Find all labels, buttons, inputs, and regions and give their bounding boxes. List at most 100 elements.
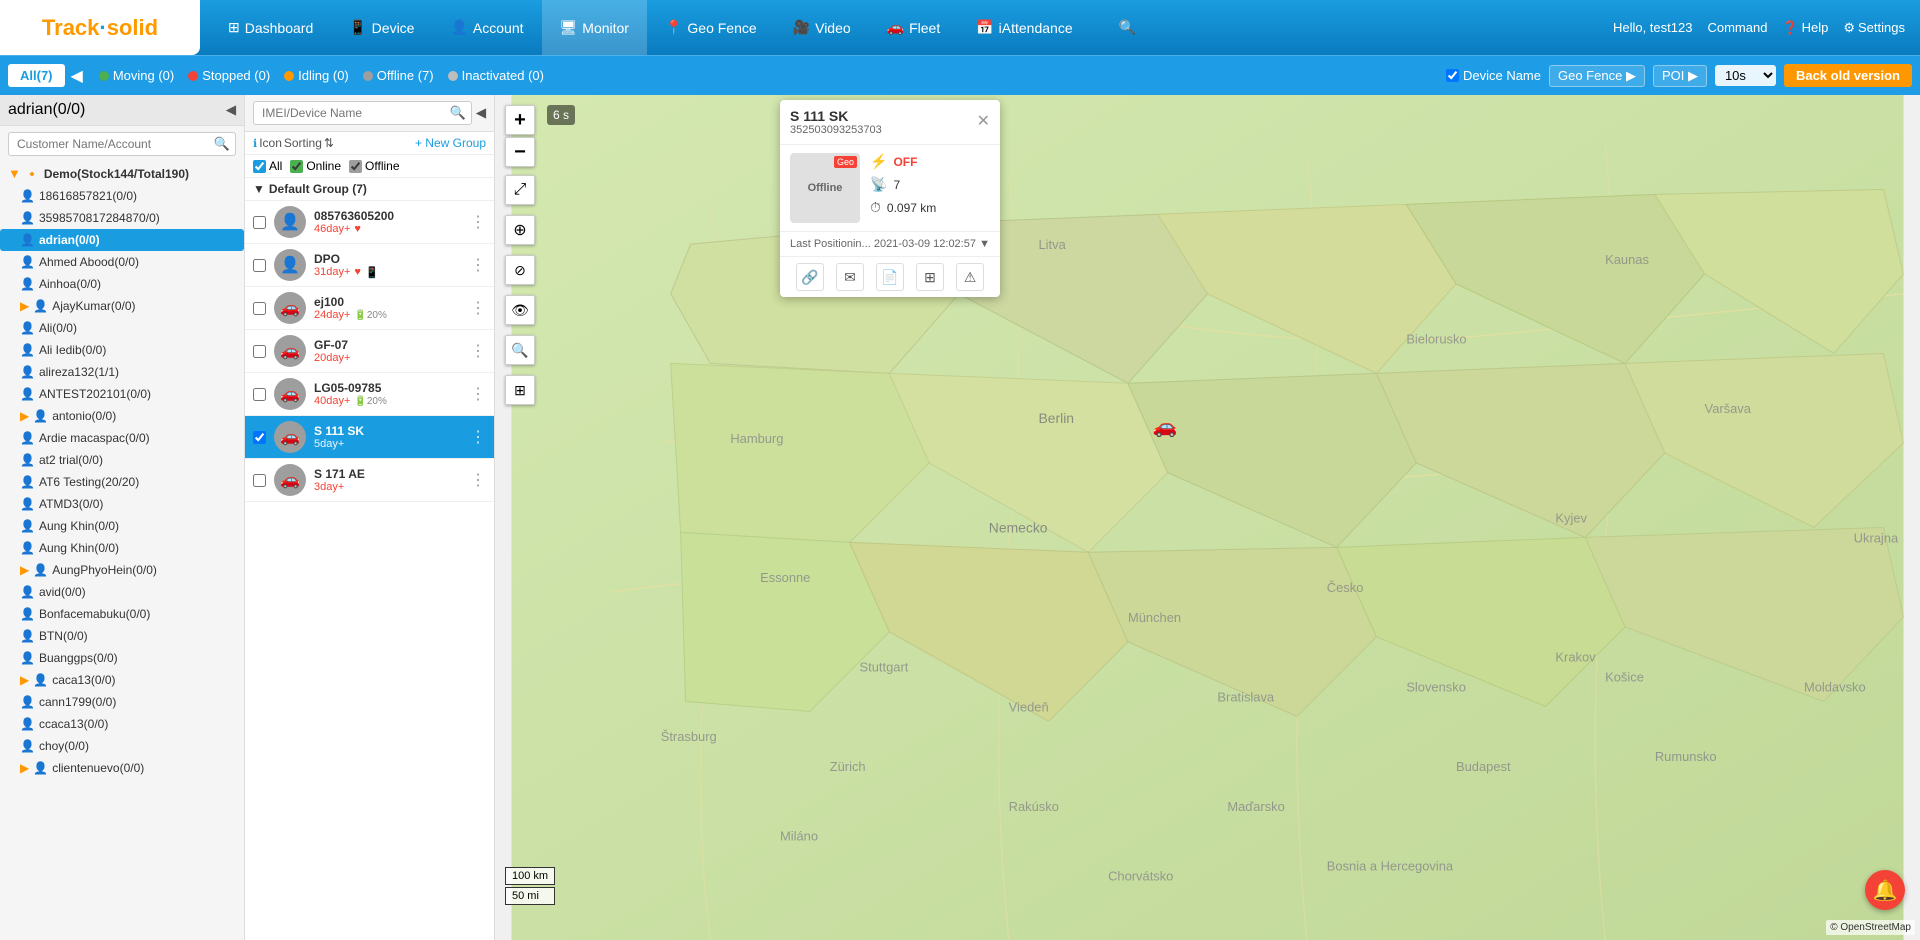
sidebar-collapse-btn[interactable]: ◀ <box>226 102 236 118</box>
filter-all-label[interactable]: All <box>253 159 282 173</box>
device-row-7[interactable]: 🚗 S 171 AE 3day+ ⋮ <box>245 459 494 502</box>
nav-fleet[interactable]: 🚗 Fleet <box>869 0 959 55</box>
collapse-sidebar-btn[interactable]: ◀ <box>71 66 83 86</box>
tree-ali-iedib[interactable]: 👤 Ali Iedib(0/0) <box>0 339 244 361</box>
device-row-1[interactable]: 👤 085763605200 46day+ ♥ ⋮ <box>245 201 494 244</box>
popup-position[interactable]: Last Positionin... 2021-03-09 12:02:57 ▼ <box>780 231 1000 256</box>
filter-inactivated[interactable]: Inactivated (0) <box>448 68 544 83</box>
tree-ccaca13[interactable]: 👤 ccaca13(0/0) <box>0 713 244 735</box>
device-name-checkbox[interactable] <box>1446 69 1459 82</box>
tree-demo-group[interactable]: ▼ 🔸 Demo(Stock144/Total190) <box>0 162 244 185</box>
tree-avid[interactable]: 👤 avid(0/0) <box>0 581 244 603</box>
device-row-5[interactable]: 🚗 LG05-09785 40day+ 🔋20% ⋮ <box>245 373 494 416</box>
nav-search-btn[interactable]: 🔍 <box>1101 0 1154 55</box>
nav-help[interactable]: ❓ Help <box>1782 20 1828 36</box>
device-checkbox-5[interactable] <box>253 388 266 401</box>
nav-iattendance[interactable]: 📅 iAttendance <box>958 0 1090 55</box>
bell-button[interactable]: 🔔 <box>1865 870 1905 910</box>
device-more-6[interactable]: ⋮ <box>470 427 486 447</box>
device-checkbox-7[interactable] <box>253 474 266 487</box>
filter-online-label[interactable]: Online <box>290 159 341 173</box>
device-panel-collapse-btn[interactable]: ◀ <box>476 105 486 121</box>
interval-select[interactable]: 10s 5s 30s 1min <box>1715 65 1776 86</box>
device-checkbox-1[interactable] <box>253 216 266 229</box>
tree-btn[interactable]: 👤 BTN(0/0) <box>0 625 244 647</box>
tree-user-2[interactable]: 👤 3598570817284870/0) <box>0 207 244 229</box>
tree-user-1[interactable]: 👤 18616857821(0/0) <box>0 185 244 207</box>
device-more-3[interactable]: ⋮ <box>470 298 486 318</box>
device-checkbox-3[interactable] <box>253 302 266 315</box>
action-link-btn[interactable]: 🔗 <box>796 263 824 291</box>
action-grid-btn[interactable]: ⊞ <box>916 263 944 291</box>
filter-stopped[interactable]: Stopped (0) <box>188 68 270 83</box>
tree-ainhoa[interactable]: 👤 Ainhoa(0/0) <box>0 273 244 295</box>
tree-aung-khin1[interactable]: 👤 Aung Khin(0/0) <box>0 515 244 537</box>
tree-clientenuevo[interactable]: ▶ 👤 clientenuevo(0/0) <box>0 757 244 779</box>
device-name-check[interactable]: Device Name <box>1446 68 1541 83</box>
filter-moving[interactable]: Moving (0) <box>99 68 174 83</box>
tree-ajay[interactable]: ▶ 👤 AjayKumar(0/0) <box>0 295 244 317</box>
tree-caca13[interactable]: ▶ 👤 caca13(0/0) <box>0 669 244 691</box>
filter-offline-checkbox[interactable] <box>349 160 362 173</box>
device-row-2[interactable]: 👤 DPO 31day+ ♥ 📱 ⋮ <box>245 244 494 287</box>
all-tab-btn[interactable]: All(7) <box>8 64 65 87</box>
popup-close-btn[interactable]: ✕ <box>977 114 990 130</box>
new-group-btn[interactable]: + New Group <box>415 136 486 150</box>
tree-ardie[interactable]: 👤 Ardie macaspac(0/0) <box>0 427 244 449</box>
nav-geo-fence[interactable]: 📍 Geo Fence <box>647 0 775 55</box>
tree-atmd3[interactable]: 👤 ATMD3(0/0) <box>0 493 244 515</box>
zoom-out-btn[interactable]: − <box>505 137 535 167</box>
tree-cann1799[interactable]: 👤 cann1799(0/0) <box>0 691 244 713</box>
device-search-input[interactable] <box>253 101 472 125</box>
popup-expand-btn[interactable]: ▼ <box>979 238 990 250</box>
device-more-5[interactable]: ⋮ <box>470 384 486 404</box>
nav-command[interactable]: Command <box>1707 20 1767 35</box>
tree-buanggps[interactable]: 👤 Buanggps(0/0) <box>0 647 244 669</box>
device-checkbox-4[interactable] <box>253 345 266 358</box>
tree-at6[interactable]: 👤 AT6 Testing(20/20) <box>0 471 244 493</box>
filter-offline-label[interactable]: Offline <box>349 159 399 173</box>
action-email-btn[interactable]: ✉ <box>836 263 864 291</box>
poi-btn[interactable]: POI ▶ <box>1653 65 1707 87</box>
device-more-7[interactable]: ⋮ <box>470 470 486 490</box>
nav-settings[interactable]: ⚙ Settings <box>1843 20 1905 36</box>
tree-antonio[interactable]: ▶ 👤 antonio(0/0) <box>0 405 244 427</box>
tree-alireza[interactable]: 👤 alireza132(1/1) <box>0 361 244 383</box>
tree-user-adrian[interactable]: 👤 adrian(0/0) <box>0 229 244 251</box>
device-row-6[interactable]: 🚗 S 111 SK 5day+ ⋮ <box>245 416 494 459</box>
tree-choy[interactable]: 👤 choy(0/0) <box>0 735 244 757</box>
action-doc-btn[interactable]: 📄 <box>876 263 904 291</box>
nav-video[interactable]: 🎥 Video <box>775 0 869 55</box>
tree-aung-khin2[interactable]: 👤 Aung Khin(0/0) <box>0 537 244 559</box>
back-old-version-btn[interactable]: Back old version <box>1784 64 1912 87</box>
layers-btn[interactable]: ⊕ <box>505 215 535 245</box>
device-row-3[interactable]: 🚗 ej100 24day+ 🔋20% ⋮ <box>245 287 494 330</box>
device-row-4[interactable]: 🚗 GF-07 20day+ ⋮ <box>245 330 494 373</box>
device-checkbox-6[interactable] <box>253 431 266 444</box>
nav-dashboard[interactable]: ⊞ Dashboard <box>210 0 331 55</box>
tree-aungphyo[interactable]: ▶ 👤 AungPhyoHein(0/0) <box>0 559 244 581</box>
eye-btn[interactable]: 👁 <box>505 295 535 325</box>
tree-ali[interactable]: 👤 Ali(0/0) <box>0 317 244 339</box>
filter-offline[interactable]: Offline (7) <box>363 68 434 83</box>
device-more-1[interactable]: ⋮ <box>470 212 486 232</box>
search-map-btn[interactable]: 🔍 <box>505 335 535 365</box>
nav-monitor[interactable]: 🖥 Monitor <box>542 0 647 55</box>
fullscreen-btn[interactable]: ⤢ <box>505 175 535 205</box>
nav-device[interactable]: 📱 Device <box>331 0 432 55</box>
device-more-4[interactable]: ⋮ <box>470 341 486 361</box>
action-alert-btn[interactable]: ⚠ <box>956 263 984 291</box>
sidebar-search-input[interactable] <box>8 132 236 156</box>
filter-idling[interactable]: Idling (0) <box>284 68 349 83</box>
tree-antest[interactable]: 👤 ANTEST202101(0/0) <box>0 383 244 405</box>
sorting-label[interactable]: ℹ Icon Sorting ⇅ <box>253 136 334 150</box>
filter-all-checkbox[interactable] <box>253 160 266 173</box>
zoom-in-btn[interactable]: + <box>505 105 535 135</box>
device-more-2[interactable]: ⋮ <box>470 255 486 275</box>
tree-at2[interactable]: 👤 at2 trial(0/0) <box>0 449 244 471</box>
tree-bonfacemabuku[interactable]: 👤 Bonfacemabuku(0/0) <box>0 603 244 625</box>
nav-account[interactable]: 👤 Account <box>432 0 541 55</box>
geo-fence-btn[interactable]: Geo Fence ▶ <box>1549 65 1645 87</box>
no-gps-btn[interactable]: ⊘ <box>505 255 535 285</box>
notification-bell[interactable]: 🔔 <box>1865 870 1905 910</box>
